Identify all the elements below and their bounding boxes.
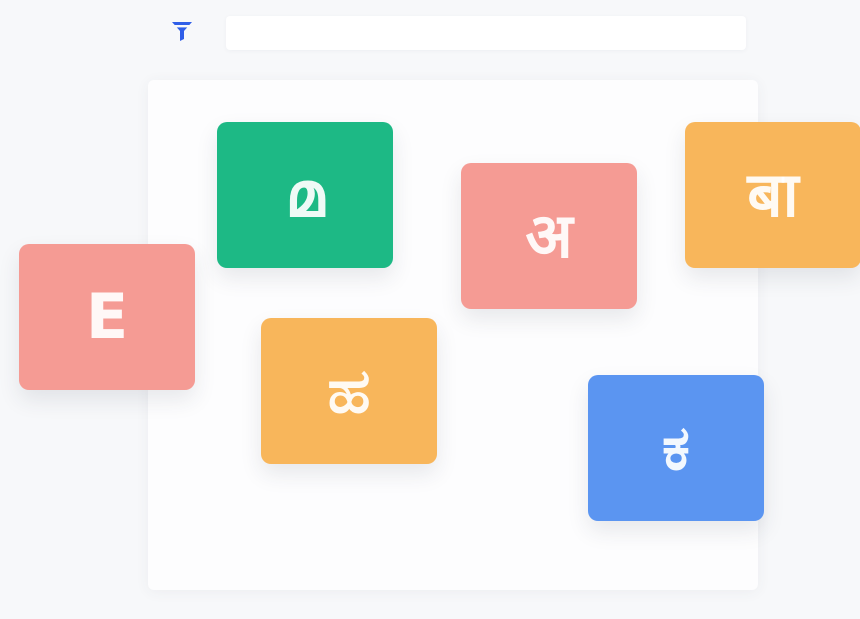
tile-glyph: E: [85, 280, 129, 353]
tile-glyph: ಹ: [327, 354, 371, 427]
language-tile-malayalam[interactable]: മ: [217, 122, 393, 268]
language-tile-hindi[interactable]: अ: [461, 163, 637, 309]
tile-glyph: ಕ: [662, 411, 690, 484]
language-tile-kannada-ka[interactable]: ಕ: [588, 375, 764, 521]
tile-glyph: अ: [525, 199, 573, 272]
language-tile-marathi[interactable]: बा: [685, 122, 860, 268]
tile-glyph: മ: [285, 158, 325, 231]
filter-icon[interactable]: [170, 19, 194, 43]
filter-bar[interactable]: [226, 16, 746, 50]
language-tile-kannada[interactable]: ಹ: [261, 318, 437, 464]
language-tiles-canvas: E മ अ बा ಹ ಕ: [0, 0, 860, 619]
language-tile-english[interactable]: E: [19, 244, 195, 390]
tile-glyph: बा: [747, 158, 799, 231]
